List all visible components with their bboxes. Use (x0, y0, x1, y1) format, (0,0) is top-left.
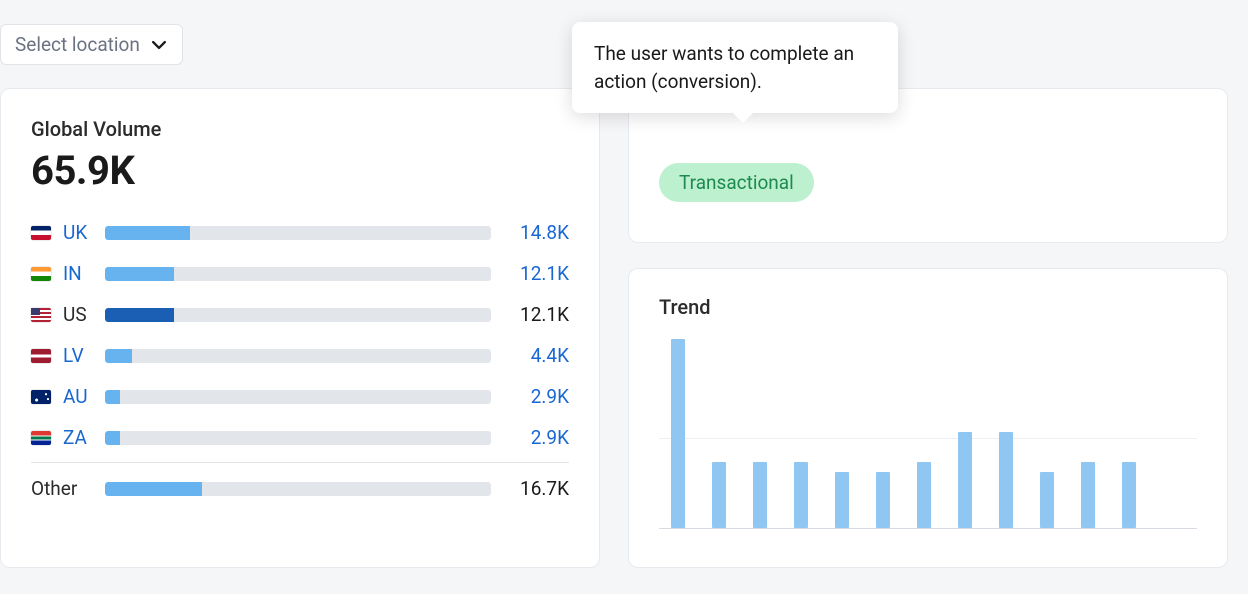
trend-bar[interactable] (712, 462, 726, 528)
volume-bar-track (105, 390, 491, 404)
intent-tooltip: The user wants to complete an action (co… (572, 22, 898, 113)
trend-bar[interactable] (835, 472, 849, 528)
flag-uk-icon (31, 226, 51, 240)
global-volume-card: Global Volume 65.9K UK 14.8K IN 12.1K US 12.1… (0, 88, 600, 568)
volume-value: 12.1K (503, 303, 569, 326)
tooltip-text: The user wants to complete an action (co… (594, 42, 854, 93)
global-volume-total: 65.9K (31, 147, 569, 194)
country-code[interactable]: AU (63, 385, 93, 408)
other-label: Other (31, 477, 93, 500)
country-rows: UK 14.8K IN 12.1K US 12.1K LV 4.4K AU 2.9K ZA 2.9K O… (31, 212, 569, 509)
global-volume-title: Global Volume (31, 117, 569, 141)
volume-bar-track (105, 349, 491, 363)
volume-value[interactable]: 2.9K (503, 426, 569, 449)
country-code[interactable]: IN (63, 262, 93, 285)
volume-value[interactable]: 12.1K (503, 262, 569, 285)
trend-bar[interactable] (1122, 462, 1136, 528)
volume-bar-fill (105, 431, 120, 445)
flag-lv-icon (31, 349, 51, 363)
location-select-label: Select location (15, 33, 140, 56)
trend-chart (659, 329, 1197, 529)
flag-za-icon (31, 431, 51, 445)
volume-bar-track (105, 308, 491, 322)
volume-value: 16.7K (503, 477, 569, 500)
country-row-uk[interactable]: UK 14.8K (31, 212, 569, 253)
trend-bar[interactable] (671, 339, 685, 528)
volume-bar-fill (105, 308, 174, 322)
country-row-other: Other 16.7K (31, 462, 569, 509)
volume-bar-fill (105, 482, 202, 496)
trend-bar[interactable] (753, 462, 767, 528)
trend-bar[interactable] (876, 472, 890, 528)
country-row-us[interactable]: US 12.1K (31, 294, 569, 335)
volume-bar-fill (105, 349, 132, 363)
volume-bar-fill (105, 390, 120, 404)
volume-bar-track (105, 482, 491, 496)
trend-bar[interactable] (1040, 472, 1054, 528)
country-row-in[interactable]: IN 12.1K (31, 253, 569, 294)
volume-bar-track (105, 226, 491, 240)
intent-pill[interactable]: Transactional (659, 163, 814, 202)
volume-value[interactable]: 14.8K (503, 221, 569, 244)
trend-bars (659, 329, 1197, 528)
location-select[interactable]: Select location (0, 24, 183, 65)
trend-bar[interactable] (958, 432, 972, 528)
trend-bar[interactable] (794, 462, 808, 528)
flag-au-icon (31, 390, 51, 404)
volume-value[interactable]: 4.4K (503, 344, 569, 367)
trend-title: Trend (659, 295, 1197, 319)
flag-us-icon (31, 308, 51, 322)
country-code[interactable]: ZA (63, 426, 93, 449)
volume-bar-fill (105, 267, 174, 281)
volume-value[interactable]: 2.9K (503, 385, 569, 408)
country-row-lv[interactable]: LV 4.4K (31, 335, 569, 376)
flag-in-icon (31, 267, 51, 281)
country-code[interactable]: UK (63, 221, 93, 244)
country-code: US (63, 303, 93, 326)
trend-bar[interactable] (917, 462, 931, 528)
country-row-au[interactable]: AU 2.9K (31, 376, 569, 417)
volume-bar-fill (105, 226, 190, 240)
country-code[interactable]: LV (63, 344, 93, 367)
country-row-za[interactable]: ZA 2.9K (31, 417, 569, 458)
volume-bar-track (105, 431, 491, 445)
trend-bar[interactable] (999, 432, 1013, 528)
volume-bar-track (105, 267, 491, 281)
chevron-down-icon (152, 38, 166, 52)
trend-card: Trend (628, 268, 1228, 568)
trend-bar[interactable] (1081, 462, 1095, 528)
